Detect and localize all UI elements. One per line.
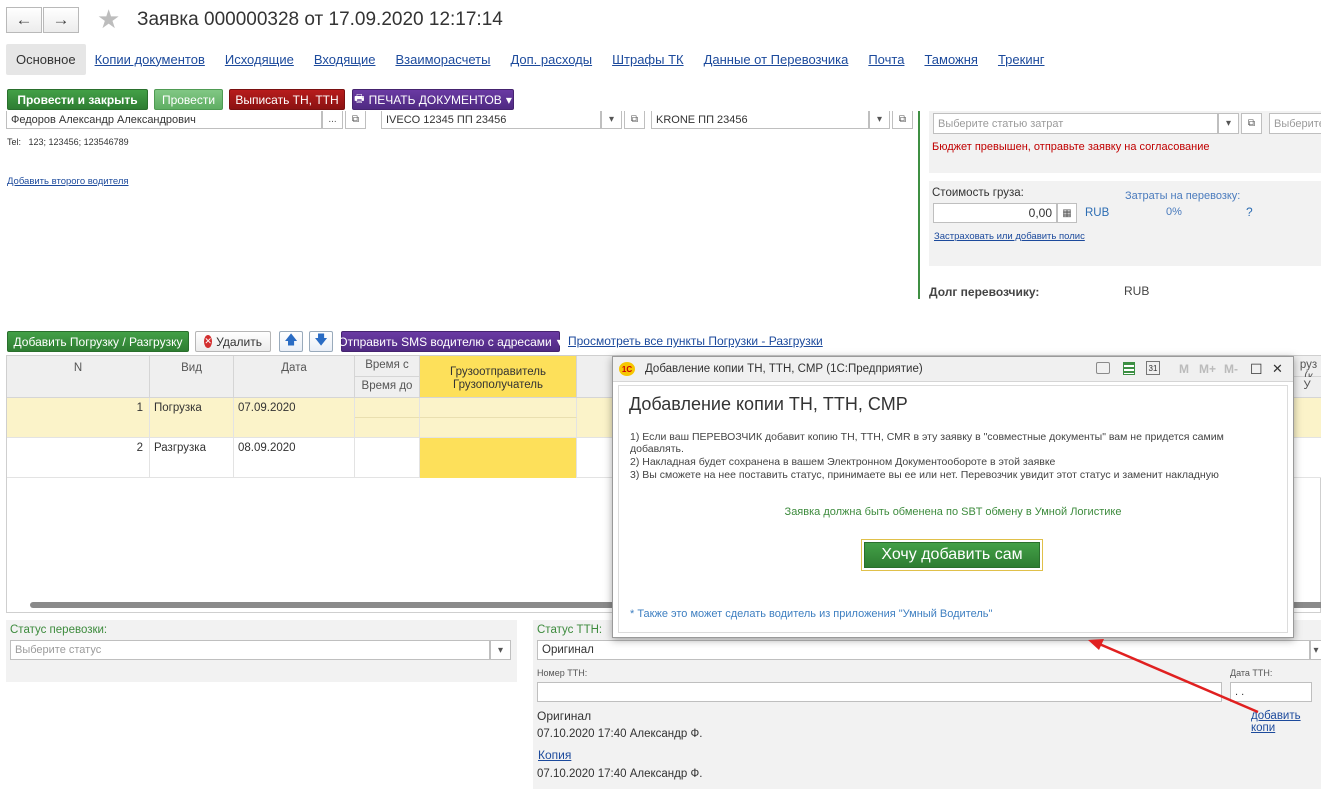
annotation-arrow [1088,639,1259,714]
annotation-arrow-line [1096,641,1259,714]
